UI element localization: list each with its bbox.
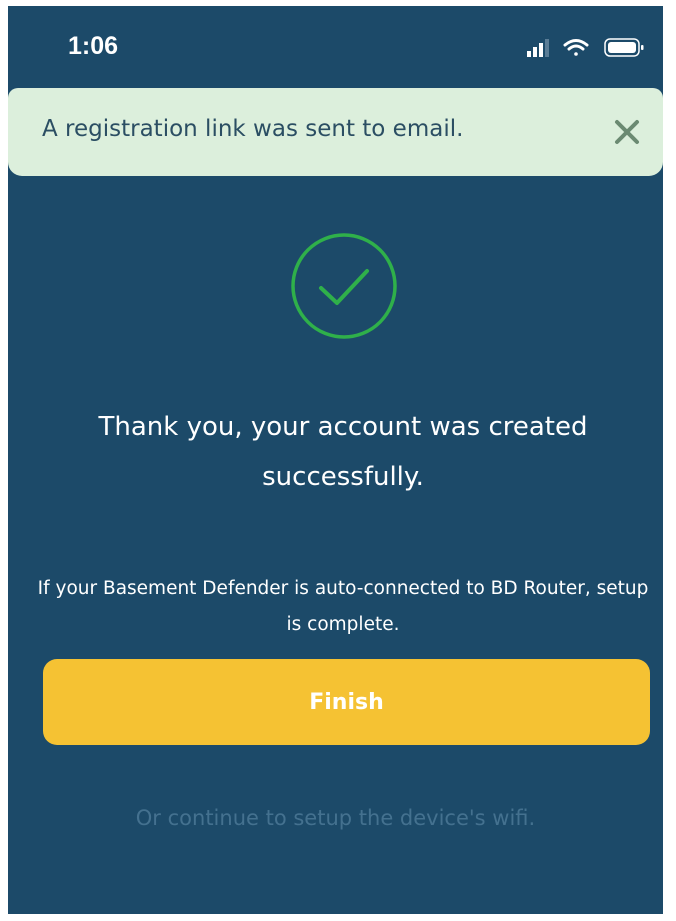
toast-close-button[interactable] bbox=[599, 104, 655, 160]
app-screen: 1:06 A registration link was sent to ema… bbox=[8, 6, 663, 914]
wifi-icon bbox=[563, 39, 589, 56]
success-title: Thank you, your account was created succ… bbox=[98, 412, 588, 492]
toast-notification: A registration link was sent to email. bbox=[8, 88, 663, 176]
finish-button[interactable]: Finish bbox=[43, 659, 650, 745]
cellular-signal-icon bbox=[527, 39, 549, 57]
status-bar: 1:06 bbox=[8, 6, 663, 86]
toast-message: A registration link was sent to email. bbox=[42, 116, 464, 142]
checkmark-circle-icon bbox=[291, 233, 397, 339]
status-time: 1:06 bbox=[68, 32, 119, 60]
setup-wifi-link[interactable]: Or continue to setup the device's wifi. bbox=[8, 806, 663, 830]
setup-note: If your Basement Defender is auto-connec… bbox=[37, 578, 649, 635]
close-icon bbox=[615, 120, 639, 144]
battery-icon bbox=[604, 38, 644, 57]
status-icons bbox=[527, 38, 644, 57]
